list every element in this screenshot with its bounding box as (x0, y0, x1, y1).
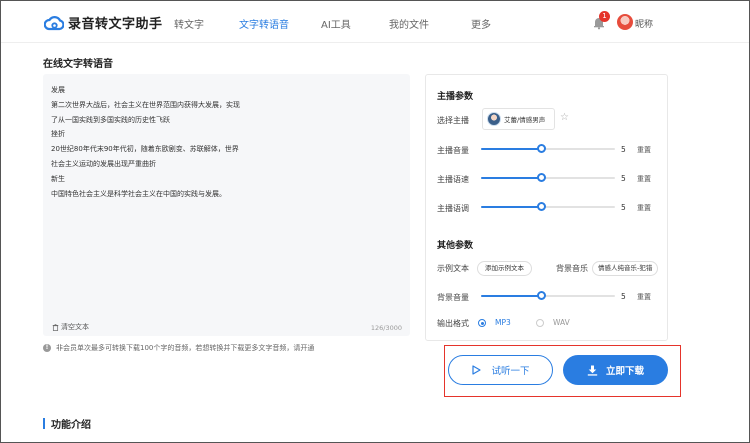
nav-item-text-to-speech[interactable]: 文字转语音 (239, 16, 289, 31)
slider-knob[interactable] (537, 173, 547, 182)
sample-text-label: 示例文本 (437, 264, 469, 273)
anchor-speed-slider[interactable] (481, 173, 615, 183)
title-accent-bar (43, 418, 45, 429)
bgm-select[interactable]: 情感人纯音乐-犯错 (592, 261, 658, 276)
user-avatar[interactable] (617, 14, 633, 30)
reset-button[interactable]: 重置 (637, 174, 651, 184)
editor-line: 挫折 (51, 130, 65, 139)
preview-label: 试听一下 (491, 366, 530, 377)
other-section-title: 其他参数 (437, 241, 474, 251)
nav-item-transcribe[interactable]: 转文字 (174, 16, 204, 31)
slider-label: 主播音量 (437, 146, 469, 155)
anchor-pitch-slider[interactable] (481, 202, 615, 212)
slider-value: 5 (621, 292, 626, 301)
slider-value: 5 (621, 174, 626, 183)
slider-value: 5 (621, 203, 626, 212)
text-input-area[interactable]: 发展 第二次世界大战后，社会主义在世界范围内获得大发展，实现 了从一国实践到多国… (43, 74, 410, 336)
editor-line: 了从一国实践到多国实践的历史性飞跃 (51, 115, 170, 124)
anchor-volume-slider[interactable] (481, 144, 615, 154)
editor-line: 20世纪80年代末90年代初，随着东欧剧变、苏联解体，世界 (51, 145, 239, 154)
play-icon (472, 365, 482, 375)
output-format-label: 输出格式 (437, 319, 469, 328)
add-sample-text-button[interactable]: 添加示例文本 (477, 261, 532, 276)
clear-text-button[interactable]: 清空文本 (52, 322, 89, 332)
slider-knob[interactable] (537, 291, 547, 300)
bg-volume-slider[interactable] (481, 291, 615, 301)
member-notice: ! 非会员单次最多可转换下载100个字的音频，若想转换并下载更多文字音频，请开通 (43, 343, 314, 353)
slider-value: 5 (621, 145, 626, 154)
anchor-section-title: 主播参数 (437, 92, 474, 102)
nav-item-my-files[interactable]: 我的文件 (389, 16, 429, 31)
editor-text[interactable]: 发展 第二次世界大战后，社会主义在世界范围内获得大发展，实现 了从一国实践到多国… (51, 83, 240, 201)
preview-button[interactable]: 试听一下 (448, 355, 553, 385)
anchor-avatar (487, 112, 501, 126)
nav-item-more[interactable]: 更多 (471, 16, 491, 31)
feature-intro-title: 功能介绍 (43, 416, 91, 431)
format-label-mp3[interactable]: MP3 (495, 318, 511, 327)
slider-knob[interactable] (537, 144, 547, 153)
info-icon: ! (43, 344, 51, 352)
bgm-label: 背景音乐 (556, 264, 588, 273)
editor-line: 新生 (51, 174, 65, 183)
format-label-wav[interactable]: WAV (553, 318, 570, 327)
editor-line: 社会主义运动的发展出现严重曲折 (51, 159, 156, 168)
char-counter: 126/3000 (370, 324, 402, 332)
notice-text: 非会员单次最多可转换下载100个字的音频，若想转换并下载更多文字音频，请开通 (56, 344, 315, 352)
reset-button[interactable]: 重置 (637, 203, 651, 213)
settings-panel: 主播参数 选择主播 艾蕾/情感男声 ☆ 主播音量 5 重置 主播语速 5 重置 … (425, 74, 668, 341)
trash-icon (52, 323, 59, 331)
top-header: 录音转文字助手 转文字 文字转语音 AI工具 我的文件 更多 1 昵称 (1, 1, 749, 43)
anchor-name: 艾蕾/情感男声 (504, 116, 546, 124)
nav-item-ai-tools[interactable]: AI工具 (321, 16, 351, 31)
reset-button[interactable]: 重置 (637, 292, 651, 302)
editor-line: 发展 (51, 86, 65, 94)
anchor-label: 选择主播 (437, 116, 469, 125)
notification-badge: 1 (599, 11, 610, 22)
slider-label: 主播语调 (437, 204, 469, 213)
slider-label: 主播语速 (437, 175, 469, 184)
reset-button[interactable]: 重置 (637, 145, 651, 155)
format-radio-mp3[interactable] (478, 319, 486, 327)
clear-text-label: 清空文本 (61, 323, 89, 331)
feature-intro-label: 功能介绍 (51, 420, 91, 431)
slider-knob[interactable] (537, 202, 547, 211)
editor-line: 第二次世界大战后，社会主义在世界范围内获得大发展，实现 (51, 100, 240, 109)
bg-volume-label: 背景音量 (437, 293, 469, 302)
format-radio-wav[interactable] (536, 319, 544, 327)
anchor-select-button[interactable]: 艾蕾/情感男声 (482, 108, 555, 130)
download-button[interactable]: 立即下载 (563, 355, 668, 385)
editor-line: 中国特色社会主义是科学社会主义在中国的实践与发展。 (51, 189, 226, 198)
username[interactable]: 昵称 (635, 17, 653, 30)
star-icon[interactable]: ☆ (560, 113, 569, 123)
page-title: 在线文字转语音 (43, 59, 113, 70)
download-label: 立即下载 (605, 366, 644, 377)
download-icon (587, 365, 598, 376)
